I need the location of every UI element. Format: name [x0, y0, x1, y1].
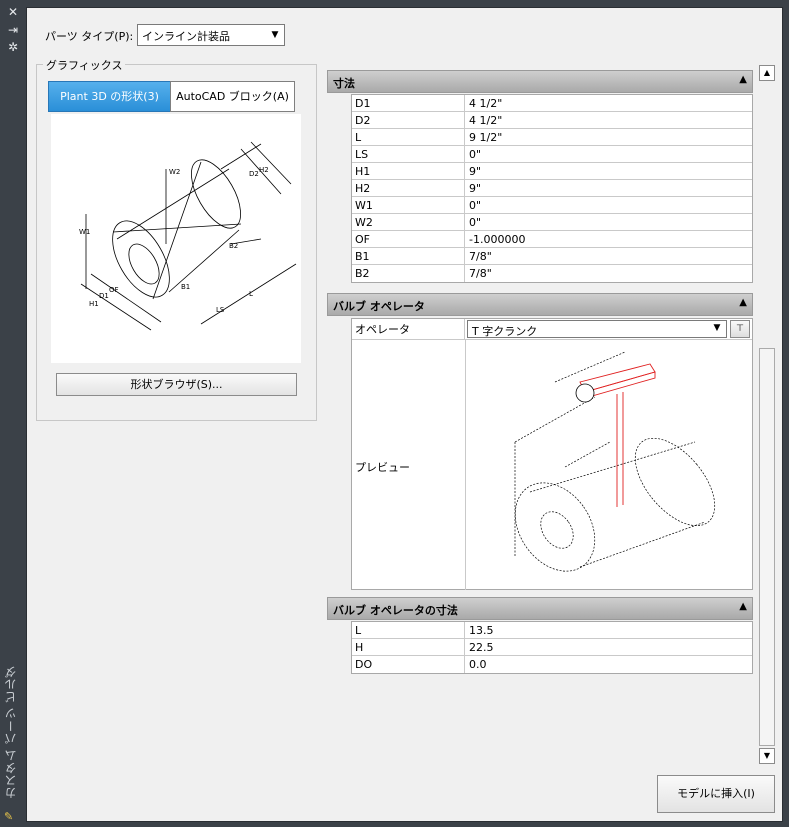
operator-preview-image: [485, 342, 735, 589]
dim-value[interactable]: 0": [465, 214, 752, 230]
table-row: H2 9": [352, 180, 752, 197]
dim-key: B1: [352, 248, 465, 264]
valve-operator-section-header[interactable]: バルブ オペレータ ▲: [327, 293, 753, 316]
table-row: D2 4 1/2": [352, 112, 752, 129]
chevron-down-icon: ▼: [713, 323, 721, 333]
table-row: W1 0": [352, 197, 752, 214]
table-row: D1 4 1/2": [352, 95, 752, 112]
drawing-label-w2: W2: [169, 168, 180, 176]
table-row: W2 0": [352, 214, 752, 231]
dim-value[interactable]: 13.5: [465, 622, 752, 638]
drawing-label-b1: B1: [181, 283, 190, 291]
dim-value[interactable]: 4 1/2": [465, 112, 752, 128]
dim-key: D2: [352, 112, 465, 128]
operator-select[interactable]: T 字クランク ▼: [467, 320, 727, 338]
tab-plant3d-shape[interactable]: Plant 3D の形状(3): [48, 81, 171, 112]
dim-value[interactable]: 9": [465, 163, 752, 179]
dimensions-grid: D1 4 1/2" D2 4 1/2" L9 1/2" LS 0" H1 9" H2 9"…: [351, 94, 753, 283]
dim-value[interactable]: 22.5: [465, 639, 752, 655]
custom-parts-panel: パーツ タイプ(P): インライン計装品 ▼ グラフィックス Plant 3D …: [26, 7, 783, 822]
table-row: L 13.5: [352, 622, 752, 639]
valve-shape-drawing: H2 D2 B2 H1 D1 OF B1 LS L W2 W1: [79, 141, 297, 331]
dim-value[interactable]: 9 1/2": [465, 129, 752, 145]
table-row: B2 7/8": [352, 265, 752, 282]
dim-key: B2: [352, 265, 465, 282]
dim-value[interactable]: 4 1/2": [465, 95, 752, 111]
grid-divider: [465, 340, 466, 590]
dim-key: DO: [352, 656, 465, 673]
scroll-up-button[interactable]: ▲: [759, 65, 775, 81]
valve-operator-dims-grid: L 13.5 H 22.5 DO 0.0: [351, 621, 753, 674]
palette-title: カスタム パーツ ビルダ: [4, 665, 18, 799]
insert-into-model-button[interactable]: モデルに挿入(I): [657, 775, 775, 813]
table-row: LS 0": [352, 146, 752, 163]
collapse-icon[interactable]: ▲: [739, 74, 747, 85]
pin-icon[interactable]: ⇥: [5, 24, 21, 36]
collapse-icon[interactable]: ▲: [739, 601, 747, 612]
dim-key: W2: [352, 214, 465, 230]
dim-value[interactable]: 0": [465, 146, 752, 162]
operator-label: オペレータ: [352, 319, 465, 339]
drawing-label-d1: D1: [99, 292, 109, 300]
dim-value[interactable]: 0.0: [465, 656, 752, 673]
settings-icon[interactable]: ✲: [5, 41, 21, 53]
operator-row: オペレータ T 字クランク ▼ ⊤: [352, 319, 752, 340]
parts-type-select[interactable]: インライン計装品 ▼: [137, 24, 285, 46]
parts-type-value: インライン計装品: [142, 30, 230, 43]
dim-key: W1: [352, 197, 465, 213]
drawing-label-b2: B2: [229, 242, 238, 250]
scrollbar-thumb[interactable]: [759, 348, 775, 746]
chevron-down-icon: ▼: [271, 30, 279, 40]
dim-value[interactable]: 0": [465, 197, 752, 213]
graphics-group: グラフィックス Plant 3D の形状(3) AutoCAD ブロック(A): [36, 57, 317, 421]
palette-sidebar: ✕ ⇥ ✲ カスタム パーツ ビルダ ✎: [0, 0, 26, 827]
dimensions-title: 寸法: [333, 77, 355, 90]
operator-drawing: [514, 351, 716, 572]
app-icon: ✎: [4, 810, 14, 823]
table-row: DO 0.0: [352, 656, 752, 673]
close-icon[interactable]: ✕: [5, 6, 21, 18]
valve-operator-title: バルブ オペレータ: [333, 300, 425, 313]
dim-key: L: [352, 622, 465, 638]
table-row: L9 1/2": [352, 129, 752, 146]
table-row: OF -1.000000: [352, 231, 752, 248]
dim-key: L: [352, 129, 465, 145]
operator-value: T 字クランク: [472, 325, 538, 338]
shape-browser-button[interactable]: 形状ブラウザ(S)...: [56, 373, 297, 396]
preview-label: プレビュー: [355, 461, 410, 474]
scroll-down-button[interactable]: ▼: [759, 748, 775, 764]
operator-filter-button[interactable]: ⊤: [730, 320, 750, 338]
table-row: H 22.5: [352, 639, 752, 656]
dimensions-section-header[interactable]: 寸法 ▲: [327, 70, 753, 93]
dim-key: D1: [352, 95, 465, 111]
drawing-label-l: L: [249, 290, 253, 298]
table-row: B1 7/8": [352, 248, 752, 265]
drawing-label-of: OF: [109, 286, 119, 294]
dim-key: H1: [352, 163, 465, 179]
drawing-label-d2: D2: [249, 170, 259, 178]
dim-key: OF: [352, 231, 465, 247]
table-row: H1 9": [352, 163, 752, 180]
valve-operator-dims-title: バルブ オペレータの寸法: [333, 604, 458, 617]
parts-type-label: パーツ タイプ(P):: [45, 30, 134, 43]
drawing-label-h2: H2: [259, 166, 269, 174]
drawing-label-w1: W1: [79, 228, 90, 236]
dim-value[interactable]: -1.000000: [465, 231, 752, 247]
tab-autocad-block[interactable]: AutoCAD ブロック(A): [170, 81, 295, 112]
valve-operator-dims-section-header[interactable]: バルブ オペレータの寸法 ▲: [327, 597, 753, 620]
collapse-icon[interactable]: ▲: [739, 297, 747, 308]
dim-key: H2: [352, 180, 465, 196]
graphics-group-title: グラフィックス: [43, 57, 126, 73]
dim-value[interactable]: 7/8": [465, 265, 752, 282]
drawing-label-h1: H1: [89, 300, 99, 308]
valve-operator-grid: オペレータ T 字クランク ▼ ⊤ プレビュー: [351, 318, 753, 590]
dim-key: LS: [352, 146, 465, 162]
dim-value[interactable]: 7/8": [465, 248, 752, 264]
drawing-label-ls: LS: [216, 306, 225, 314]
dim-key: H: [352, 639, 465, 655]
dim-value[interactable]: 9": [465, 180, 752, 196]
shape-preview-image: H2 D2 B2 H1 D1 OF B1 LS L W2 W1: [51, 114, 301, 363]
